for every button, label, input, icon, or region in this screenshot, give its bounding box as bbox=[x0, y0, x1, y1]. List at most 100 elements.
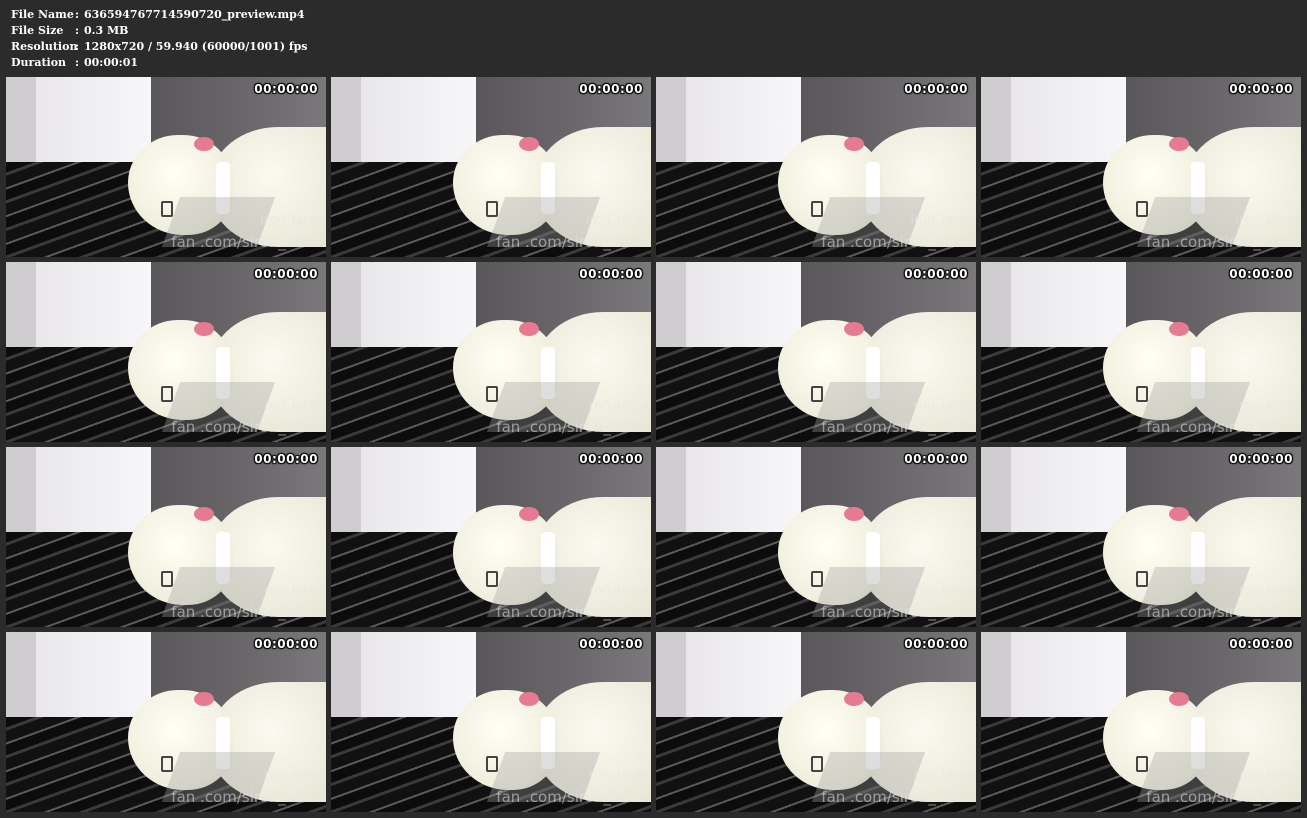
watermark: fan .com/siron_latex bbox=[1146, 418, 1298, 436]
timestamp: 00:00:00 bbox=[1229, 267, 1293, 281]
duration-row: Duration : 00:00:01 bbox=[11, 55, 308, 71]
timestamp: 00:00:00 bbox=[904, 452, 968, 466]
watermark: ron_latex bbox=[264, 398, 324, 413]
resolution-value: 1280x720 / 59.940 (60000/1001) fps bbox=[84, 40, 308, 53]
timestamp: 00:00:00 bbox=[904, 637, 968, 651]
watermark: ron_latex bbox=[589, 398, 649, 413]
watermark: ron_latex bbox=[914, 768, 974, 783]
duration-value: 00:00:01 bbox=[84, 56, 139, 69]
lock-icon bbox=[161, 201, 173, 217]
lock-icon bbox=[1136, 756, 1148, 772]
lock-icon bbox=[486, 201, 498, 217]
watermark: ron_latex bbox=[914, 398, 974, 413]
timestamp: 00:00:00 bbox=[904, 82, 968, 96]
timestamp: 00:00:00 bbox=[904, 267, 968, 281]
thumbnail-grid: 00:00:00 iron_latexfan .com/siron_latex 00… bbox=[6, 77, 1301, 812]
watermark: iron_latex bbox=[585, 213, 649, 228]
lips-shape bbox=[844, 692, 864, 706]
lips-shape bbox=[844, 322, 864, 336]
lips-shape bbox=[519, 692, 539, 706]
separator: : bbox=[75, 40, 80, 53]
timestamp: 00:00:00 bbox=[254, 267, 318, 281]
watermark: ron_latex bbox=[1239, 583, 1299, 598]
lock-icon bbox=[811, 756, 823, 772]
lock-icon bbox=[811, 571, 823, 587]
watermark: fan .com/siron_latex bbox=[496, 418, 648, 436]
lips-shape bbox=[519, 322, 539, 336]
lips-shape bbox=[194, 322, 214, 336]
video-thumbnail: 00:00:00 iron_latex fan .com/siron_latex bbox=[656, 77, 976, 257]
lock-icon bbox=[161, 386, 173, 402]
timestamp: 00:00:00 bbox=[579, 267, 643, 281]
watermark: fan .com/siron_latex bbox=[496, 233, 648, 251]
lips-shape bbox=[1169, 322, 1189, 336]
lock-icon bbox=[811, 386, 823, 402]
watermark: fan .com/siron_latex bbox=[171, 603, 323, 621]
watermark: ron_latex bbox=[914, 583, 974, 598]
video-thumbnail: 00:00:00 iron_latexfan .com/siron_latex bbox=[331, 77, 651, 257]
lock-icon bbox=[486, 571, 498, 587]
watermark: fan .com/siron_latex bbox=[821, 418, 973, 436]
file-size-value: 0.3 MB bbox=[84, 24, 129, 37]
video-thumbnail: 00:00:00 ron_latexfan .com/siron_latex bbox=[981, 262, 1301, 442]
file-name-value: 636594767714590720_preview.mp4 bbox=[84, 8, 305, 21]
file-info-header: File Name : 636594767714590720_preview.m… bbox=[11, 7, 308, 71]
video-thumbnail: 00:00:00 ron_latexfan .com/siron_latex bbox=[656, 262, 976, 442]
timestamp: 00:00:00 bbox=[254, 82, 318, 96]
video-thumbnail: 00:00:00 iron_latex fan .com/siron_latex bbox=[6, 77, 326, 257]
video-thumbnail: 00:00:00 ron_latex fan .com/siron_latex bbox=[6, 262, 326, 442]
separator: : bbox=[75, 8, 80, 21]
resolution-label: Resolution bbox=[11, 40, 78, 53]
lock-icon bbox=[161, 756, 173, 772]
video-thumbnail: 00:00:00 iron_latexfan .com/siron_latex bbox=[981, 77, 1301, 257]
lips-shape bbox=[1169, 507, 1189, 521]
lock-icon bbox=[1136, 571, 1148, 587]
watermark: fan .com/siron_latex bbox=[1146, 233, 1298, 251]
lips-shape bbox=[194, 692, 214, 706]
timestamp: 00:00:00 bbox=[1229, 637, 1293, 651]
watermark: ron_latex bbox=[1239, 398, 1299, 413]
lock-icon bbox=[1136, 386, 1148, 402]
duration-label: Duration bbox=[11, 56, 67, 69]
watermark: ron_latex bbox=[264, 768, 324, 783]
resolution-row: Resolution : 1280x720 / 59.940 (60000/10… bbox=[11, 39, 308, 55]
video-thumbnail: 00:00:00 ron_latexfan .com/siron_latex bbox=[981, 632, 1301, 812]
watermark: fan .com/siron_latex bbox=[496, 603, 648, 621]
watermark: fan .com/siron_latex bbox=[171, 233, 323, 251]
watermark: fan .com/siron_latex bbox=[496, 788, 648, 806]
lips-shape bbox=[1169, 137, 1189, 151]
video-thumbnail: 00:00:00 ron_latexfan .com/siron_latex bbox=[656, 632, 976, 812]
video-thumbnail: 00:00:00 ron_latex fan .com/siron_latex bbox=[981, 447, 1301, 627]
watermark: fan .com/siron_latex bbox=[821, 788, 973, 806]
timestamp: 00:00:00 bbox=[579, 637, 643, 651]
video-thumbnail: 00:00:00 ron_latexfan .com/siron_latex bbox=[331, 262, 651, 442]
lips-shape bbox=[844, 137, 864, 151]
file-name-row: File Name : 636594767714590720_preview.m… bbox=[11, 7, 308, 23]
watermark: ron_latex bbox=[264, 583, 324, 598]
lips-shape bbox=[194, 137, 214, 151]
video-thumbnail: 00:00:00 ron_latex fan .com/siron_latex bbox=[6, 632, 326, 812]
watermark: fan .com/siron_latex bbox=[1146, 788, 1298, 806]
lock-icon bbox=[1136, 201, 1148, 217]
lips-shape bbox=[519, 507, 539, 521]
timestamp: 00:00:00 bbox=[254, 452, 318, 466]
video-thumbnail: 00:00:00 ron_latex fan .com/siron_latex bbox=[331, 447, 651, 627]
lock-icon bbox=[486, 386, 498, 402]
watermark: fan .com/siron_latex bbox=[821, 603, 973, 621]
watermark: ron_latex bbox=[1239, 768, 1299, 783]
watermark: iron_latex bbox=[1235, 213, 1299, 228]
video-thumbnail: 00:00:00 ron_latexfan .com/siron_latex bbox=[331, 632, 651, 812]
file-size-row: File Size : 0.3 MB bbox=[11, 23, 308, 39]
timestamp: 00:00:00 bbox=[579, 82, 643, 96]
watermark: ron_latex bbox=[589, 768, 649, 783]
watermark: iron_latex bbox=[910, 213, 974, 228]
timestamp: 00:00:00 bbox=[1229, 82, 1293, 96]
file-size-label: File Size bbox=[11, 24, 64, 37]
video-thumbnail: 00:00:00 ron_latexfan .com/siron_latex bbox=[6, 447, 326, 627]
watermark: ron_latex bbox=[589, 583, 649, 598]
file-name-label: File Name bbox=[11, 8, 74, 21]
timestamp: 00:00:00 bbox=[1229, 452, 1293, 466]
video-thumbnail: 00:00:00 ron_latexfan .com/siron_latex bbox=[656, 447, 976, 627]
separator: : bbox=[75, 56, 80, 69]
lock-icon bbox=[811, 201, 823, 217]
